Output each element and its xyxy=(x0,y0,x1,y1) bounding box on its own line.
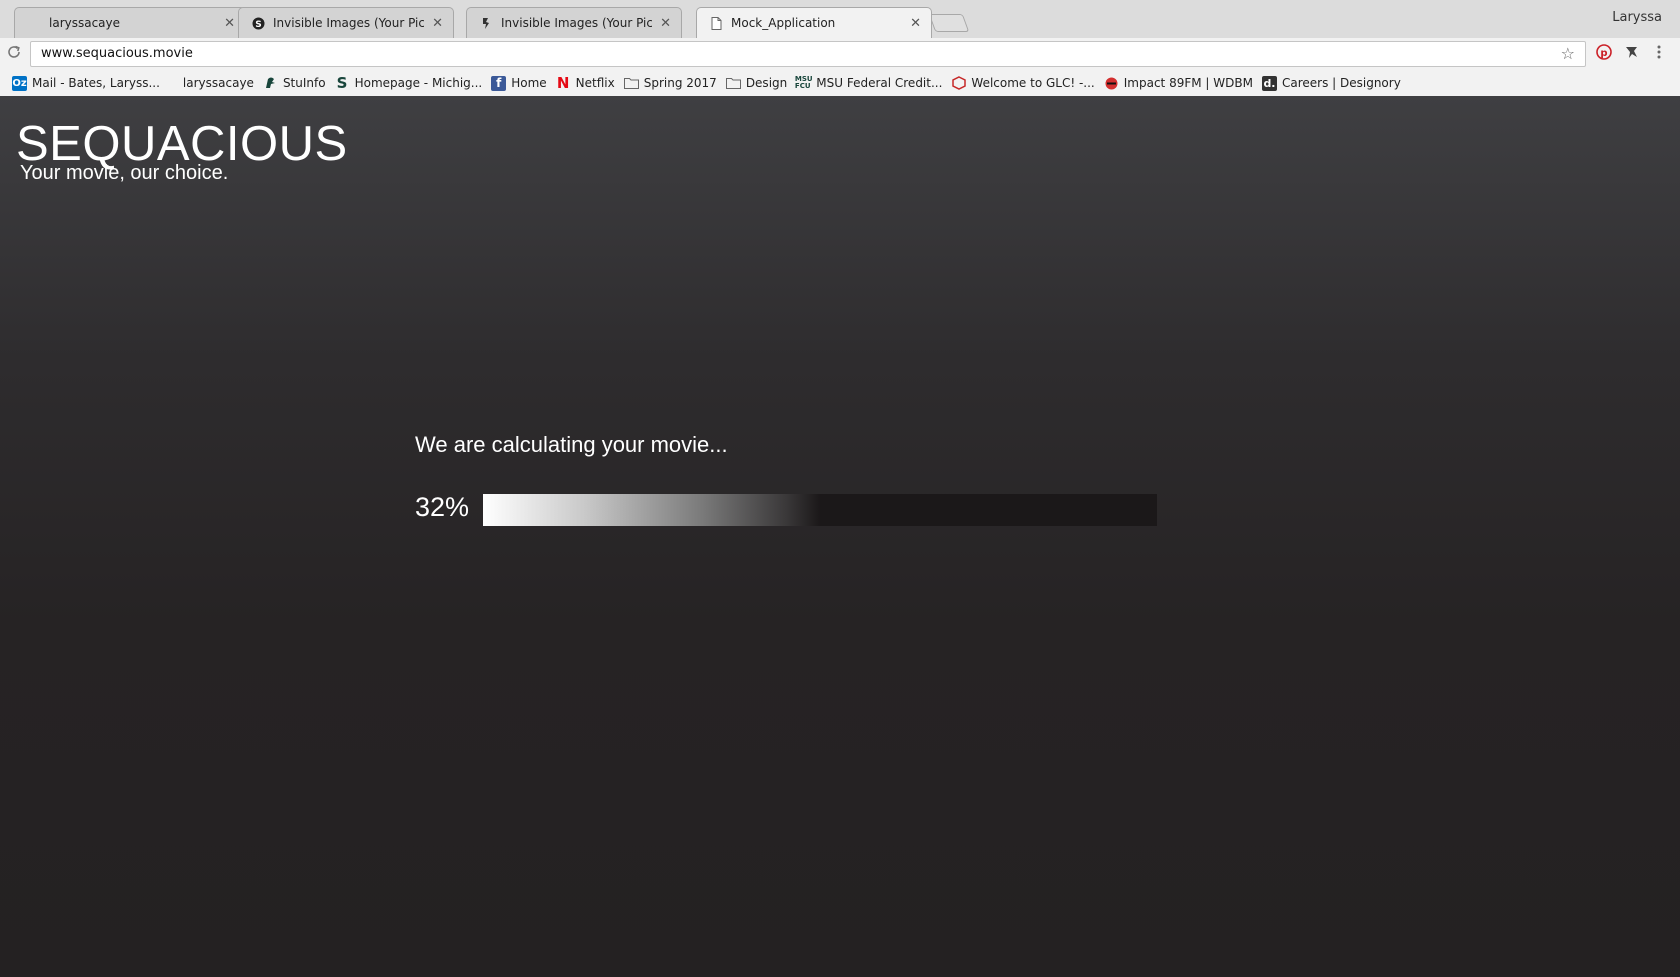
msufcu-icon: MSU FCU xyxy=(794,75,813,90)
figure-icon xyxy=(479,16,493,30)
profile-name[interactable]: Laryssa xyxy=(1612,10,1662,25)
pinterest-icon[interactable]: p xyxy=(1596,44,1612,64)
bookmark-label: StuInfo xyxy=(282,76,326,90)
bookmark-msu-federal-credit[interactable]: MSU FCU MSU Federal Credit... xyxy=(794,75,943,91)
bookmark-folder-spring-2017[interactable]: Spring 2017 xyxy=(623,76,717,91)
bookmark-folder-design[interactable]: Design xyxy=(725,76,788,91)
tab-invisible-images-2[interactable]: Invisible Images (Your Pictures ✕ xyxy=(466,7,682,38)
bookmark-label: Careers | Designory xyxy=(1281,76,1401,90)
progress-bar xyxy=(483,494,1157,526)
bookmark-netflix[interactable]: N Netflix xyxy=(556,74,615,92)
bookmark-mail[interactable]: Oz Mail - Bates, Laryss... xyxy=(12,75,160,91)
bookmark-impact-89fm[interactable]: Impact 89FM | WDBM xyxy=(1104,76,1253,91)
blank-icon xyxy=(27,16,41,30)
netflix-icon: N xyxy=(556,74,570,92)
bookmark-label: MSU Federal Credit... xyxy=(816,76,943,90)
svg-text:p: p xyxy=(1600,48,1607,59)
extension-icon[interactable] xyxy=(1624,44,1640,64)
page-content: SEQUACIOUS Your movie, our choice. We ar… xyxy=(0,96,1680,977)
close-icon[interactable]: ✕ xyxy=(660,16,671,31)
bookmark-label: Netflix xyxy=(575,76,615,90)
close-icon[interactable]: ✕ xyxy=(432,16,443,31)
toolbar: www.sequacious.movie ☆ xyxy=(0,38,1680,70)
calculating-message: We are calculating your movie... xyxy=(415,432,728,457)
bookmark-label: Impact 89FM | WDBM xyxy=(1123,76,1253,90)
page-icon xyxy=(709,16,723,30)
msu-s-icon: S xyxy=(336,74,348,92)
site-tagline: Your movie, our choice. xyxy=(20,162,229,184)
menu-kebab-icon[interactable] xyxy=(1656,44,1662,64)
bookmark-laryssacaye[interactable]: laryssacaye xyxy=(183,76,254,90)
bookmarks-bar: Oz Mail - Bates, Laryss... laryssacaye S… xyxy=(0,70,1680,96)
outlook-icon: Oz xyxy=(12,75,27,91)
bookmark-welcome-glc[interactable]: Welcome to GLC! -... xyxy=(951,76,1095,91)
progress-bar-fill xyxy=(483,494,820,526)
bookmark-label: Mail - Bates, Laryss... xyxy=(32,76,160,90)
folder-icon xyxy=(623,76,639,91)
tab-strip: laryssacaye ✕ S Invisible Images (Your P… xyxy=(0,0,1680,38)
tab-title: Mock_Application xyxy=(731,16,836,30)
star-icon[interactable]: ☆ xyxy=(1561,44,1575,63)
bookmark-label: Welcome to GLC! -... xyxy=(971,76,1095,90)
tab-laryssacaye[interactable]: laryssacaye ✕ xyxy=(14,7,246,38)
svg-text:S: S xyxy=(255,20,261,30)
bookmark-stuinfo[interactable]: StuInfo xyxy=(263,76,326,91)
bookmark-label: Spring 2017 xyxy=(643,76,717,90)
tab-invisible-images-1[interactable]: S Invisible Images (Your Pictures ✕ xyxy=(238,7,454,38)
close-icon[interactable]: ✕ xyxy=(910,16,921,31)
bookmark-home[interactable]: f Home xyxy=(491,75,547,91)
bookmark-careers-designory[interactable]: d. Careers | Designory xyxy=(1261,75,1401,91)
browser-chrome: laryssacaye ✕ S Invisible Images (Your P… xyxy=(0,0,1680,96)
impact-icon xyxy=(1104,76,1119,91)
new-tab-button[interactable] xyxy=(928,14,970,32)
tab-mock-application[interactable]: Mock_Application ✕ xyxy=(696,7,932,38)
bookmark-homepage-michigan[interactable]: S Homepage - Michig... xyxy=(335,74,483,92)
facebook-icon: f xyxy=(491,75,507,91)
bookmark-label: Home xyxy=(511,76,547,90)
glc-icon xyxy=(951,76,966,91)
tab-title: Invisible Images (Your Pictures xyxy=(273,16,425,30)
reload-icon[interactable] xyxy=(6,44,24,62)
tab-title: Invisible Images (Your Pictures xyxy=(501,16,653,30)
address-bar[interactable]: www.sequacious.movie ☆ xyxy=(30,41,1586,67)
tab-title: laryssacaye xyxy=(49,16,121,30)
s-circle-icon: S xyxy=(251,16,265,30)
spartan-icon xyxy=(263,76,278,91)
designory-icon: d. xyxy=(1261,75,1277,91)
progress-percent: 32% xyxy=(415,492,470,522)
close-icon[interactable]: ✕ xyxy=(224,16,235,31)
bookmark-label: Homepage - Michig... xyxy=(354,76,483,90)
bookmark-label: Design xyxy=(745,76,788,90)
folder-icon xyxy=(725,76,741,91)
bookmark-label: laryssacaye xyxy=(182,76,254,90)
url-text: www.sequacious.movie xyxy=(41,46,193,61)
